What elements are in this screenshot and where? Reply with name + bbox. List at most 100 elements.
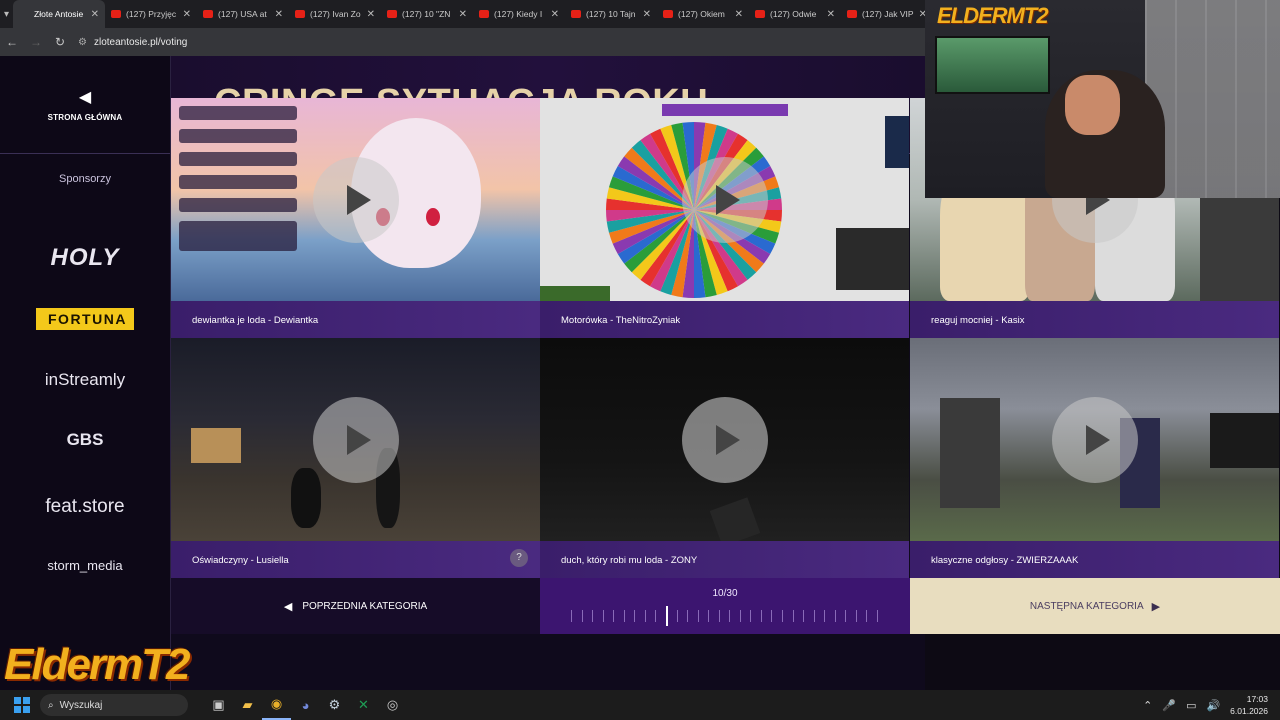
play-icon[interactable] <box>312 396 399 483</box>
progress-tick[interactable] <box>729 610 731 622</box>
discord-icon[interactable]: ◕ <box>291 690 320 720</box>
browser-tab[interactable]: Złote Antosie ✕ <box>13 0 106 28</box>
sponsor-fortuna-logo[interactable]: FORTUNA <box>0 308 170 330</box>
entry-card[interactable]: Oświadczyny - Lusiella ? <box>171 338 540 578</box>
progress-tick[interactable] <box>676 610 678 622</box>
progress-tick[interactable] <box>824 610 826 622</box>
progress-tick[interactable] <box>613 610 615 622</box>
chevron-up-icon[interactable]: ⌃ <box>1143 699 1152 712</box>
progress-tick[interactable] <box>655 610 657 622</box>
progress-tick[interactable] <box>718 610 720 622</box>
close-tab-icon[interactable]: ✕ <box>367 9 375 20</box>
close-tab-icon[interactable]: ✕ <box>735 9 743 20</box>
chrome-icon[interactable]: ◉ <box>262 690 291 720</box>
task-view-icon[interactable]: ▣ <box>204 690 233 720</box>
browser-tab-bar: ▾ Złote Antosie ✕ (127) Przyjęc ✕ (127) USA … <box>0 0 927 28</box>
progress-tick[interactable] <box>782 610 784 622</box>
sponsor-instreamly-logo[interactable]: inStreamly <box>0 370 170 390</box>
progress-tick[interactable] <box>687 610 689 622</box>
close-tab-icon[interactable]: ✕ <box>91 9 99 20</box>
home-link[interactable]: ◀ STRONA GŁÓWNA <box>0 56 170 154</box>
browser-tab[interactable]: (127) Kiedy I ✕ <box>473 0 565 28</box>
progress-tick[interactable] <box>697 610 699 622</box>
close-tab-icon[interactable]: ✕ <box>275 9 283 20</box>
youtube-icon <box>663 10 674 18</box>
cam-logo: ELDERMT2 <box>937 3 1049 28</box>
browser-tab[interactable]: (127) Ivan Zo ✕ <box>289 0 381 28</box>
entry-thumbnail[interactable] <box>171 98 540 301</box>
progress-tick[interactable] <box>855 610 857 622</box>
progress-tick[interactable] <box>792 610 794 622</box>
progress-tick-current[interactable] <box>665 606 668 626</box>
progress-tick[interactable] <box>602 610 604 622</box>
progress-tick[interactable] <box>581 610 583 622</box>
progress-tick[interactable] <box>834 610 836 622</box>
tab-search-button[interactable]: ▾ <box>4 3 9 25</box>
youtube-icon <box>479 10 490 18</box>
progress-tick[interactable] <box>845 610 847 622</box>
browser-tab[interactable]: (127) 10 "ZN ✕ <box>381 0 473 28</box>
sponsor-featstore-logo[interactable]: feat.store <box>0 496 170 518</box>
play-icon[interactable] <box>312 156 399 243</box>
taskbar-search[interactable]: ⌕ Wyszukaj <box>40 694 188 716</box>
help-icon[interactable]: ? <box>510 549 528 567</box>
sponsor-gbs-logo[interactable]: GBS <box>0 430 170 450</box>
progress-tick[interactable] <box>760 610 762 622</box>
progress-tick[interactable] <box>877 610 878 622</box>
entry-card[interactable]: duch, który robi mu loda - ZONY <box>540 338 909 578</box>
play-icon[interactable] <box>681 156 768 243</box>
close-tab-icon[interactable]: ✕ <box>183 9 191 20</box>
sponsor-stormmedia-logo[interactable]: storm_media <box>0 558 170 573</box>
system-tray: ⌃ 🎤 ▭ 🔊 17:03 6.01.2026 <box>1143 690 1280 720</box>
back-icon[interactable]: ← <box>0 35 24 49</box>
entry-thumbnail[interactable] <box>540 98 909 301</box>
excel-icon[interactable]: ✕ <box>349 690 378 720</box>
clock[interactable]: 17:03 6.01.2026 <box>1230 693 1268 717</box>
entry-thumbnail[interactable] <box>910 338 1279 541</box>
progress-tick[interactable] <box>571 610 572 622</box>
previous-category-button[interactable]: ◀ POPRZEDNIA KATEGORIA <box>171 578 540 634</box>
entry-card[interactable]: dewiantka je loda - Dewiantka <box>171 98 540 338</box>
progress-tick[interactable] <box>708 610 710 622</box>
volume-icon[interactable]: 🔊 <box>1206 699 1220 712</box>
play-icon[interactable] <box>1051 396 1138 483</box>
reload-icon[interactable]: ↻ <box>48 35 72 49</box>
play-icon[interactable] <box>681 396 768 483</box>
browser-tab[interactable]: (127) USA at ✕ <box>197 0 289 28</box>
entry-card[interactable]: Motorówka - TheNitroZyniak <box>540 98 909 338</box>
progress-tick[interactable] <box>771 610 773 622</box>
progress-tick[interactable] <box>644 610 646 622</box>
next-category-button[interactable]: NASTĘPNA KATEGORIA ▶ <box>910 578 1280 634</box>
browser-tab[interactable]: (127) Jak VIP ✕ <box>841 0 933 28</box>
forward-icon[interactable]: → <box>24 35 48 49</box>
entry-card[interactable]: klasyczne odgłosy - ZWIERZAAAK <box>910 338 1279 578</box>
close-tab-icon[interactable]: ✕ <box>459 9 467 20</box>
browser-tab[interactable]: (127) Przyjęc ✕ <box>105 0 197 28</box>
progress-tick[interactable] <box>592 610 594 622</box>
progress-tick[interactable] <box>803 610 805 622</box>
site-info-icon[interactable]: ⚙ <box>78 37 87 48</box>
windows-start-icon[interactable] <box>14 697 30 713</box>
progress-tick[interactable] <box>623 610 625 622</box>
progress-tick[interactable] <box>813 610 815 622</box>
file-explorer-icon[interactable]: ▰ <box>233 690 262 720</box>
network-icon[interactable]: ▭ <box>1186 699 1196 712</box>
close-tab-icon[interactable]: ✕ <box>827 9 835 20</box>
obs-icon[interactable]: ◎ <box>378 690 407 720</box>
progress-tick[interactable] <box>750 610 752 622</box>
progress-tick[interactable] <box>866 610 868 622</box>
url-field[interactable]: ⚙ zloteantosie.pl/voting <box>78 37 187 48</box>
progress-tick[interactable] <box>634 610 636 622</box>
close-tab-icon[interactable]: ✕ <box>643 9 651 20</box>
entry-thumbnail[interactable] <box>540 338 909 541</box>
browser-tab[interactable]: (127) Odwie ✕ <box>749 0 841 28</box>
microphone-icon[interactable]: 🎤 <box>1162 699 1176 712</box>
sponsor-holy-logo[interactable]: HOLY <box>0 244 170 272</box>
entry-thumbnail[interactable] <box>171 338 540 541</box>
close-tab-icon[interactable]: ✕ <box>551 9 559 20</box>
browser-tab[interactable]: (127) Okiem ✕ <box>657 0 749 28</box>
progress-tick[interactable] <box>739 610 741 622</box>
progress-ticks[interactable] <box>571 606 879 626</box>
browser-tab[interactable]: (127) 10 Tajn ✕ <box>565 0 657 28</box>
steam-icon[interactable]: ⚙ <box>320 690 349 720</box>
